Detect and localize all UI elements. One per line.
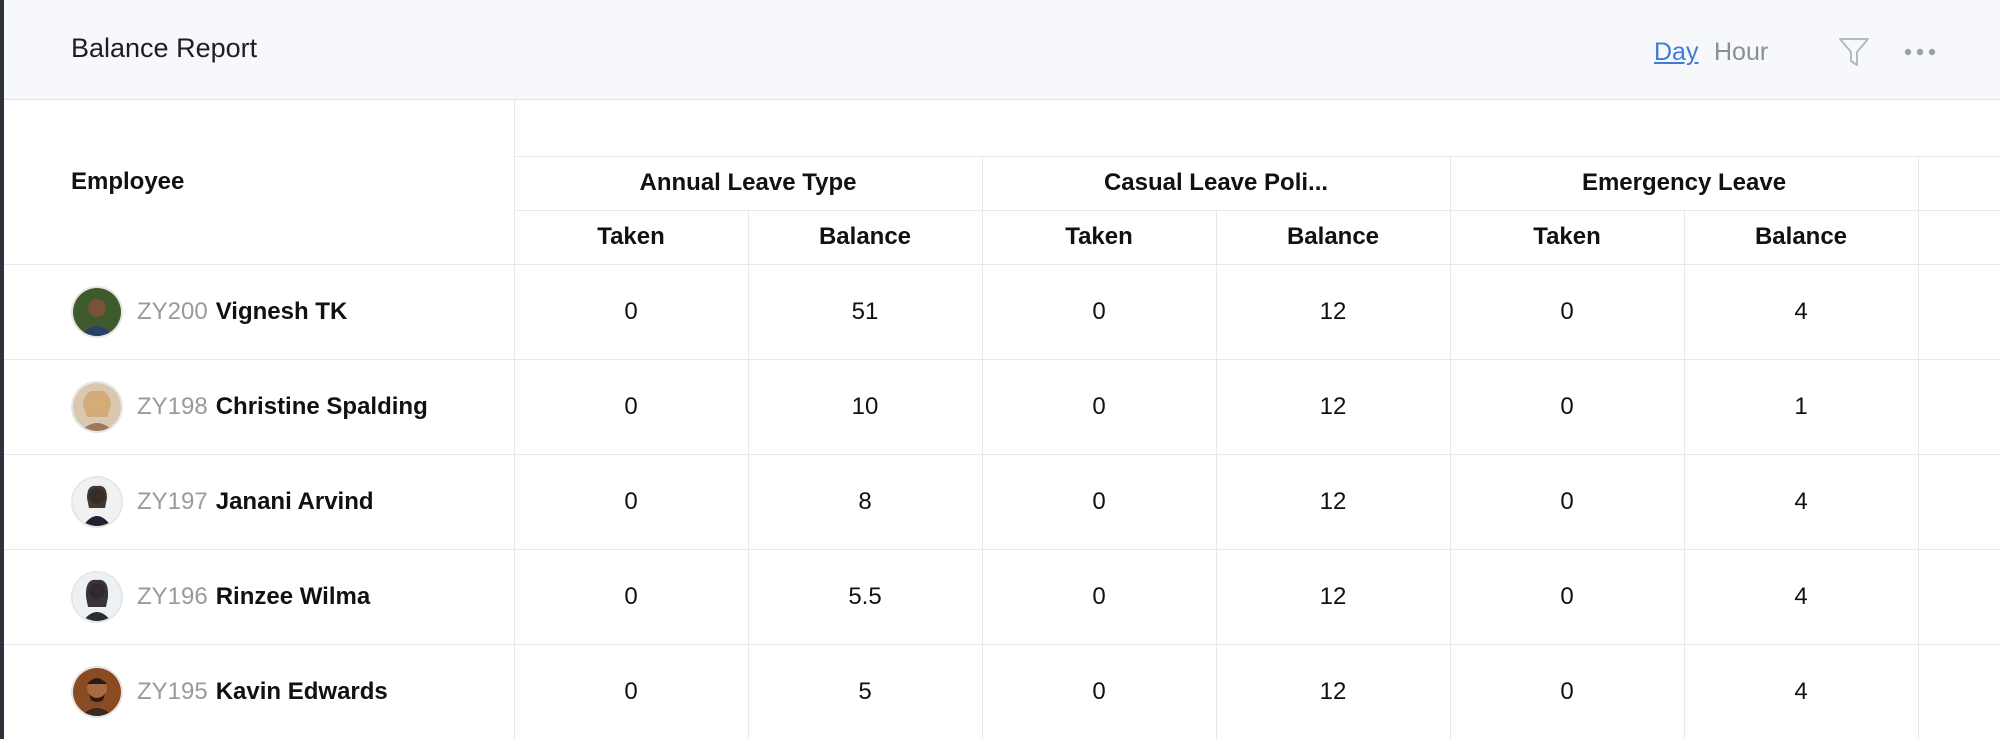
leave-type-header-emergency: Emergency Leave bbox=[1581, 169, 1787, 196]
balance-value: 12 bbox=[1319, 487, 1347, 515]
employee-id: ZY198 bbox=[137, 392, 208, 420]
balance-value: 4 bbox=[1794, 677, 1808, 705]
taken-value: 0 bbox=[624, 392, 638, 420]
table-row[interactable]: ZY197 Janani Arvind bbox=[71, 454, 374, 549]
taken-value: 0 bbox=[1092, 582, 1106, 610]
taken-value: 0 bbox=[1092, 392, 1106, 420]
taken-column-header: Taken bbox=[597, 223, 665, 250]
taken-value: 0 bbox=[1560, 677, 1574, 705]
employee-name[interactable]: Janani Arvind bbox=[216, 488, 374, 516]
employee-column-header[interactable]: Employee bbox=[71, 168, 184, 196]
day-toggle[interactable]: Day bbox=[1654, 38, 1698, 67]
leave-type-header-casual: Casual Leave Poli... bbox=[1103, 169, 1329, 196]
employee-name[interactable]: Rinzee Wilma bbox=[216, 583, 371, 611]
employee-id: ZY195 bbox=[137, 677, 208, 705]
balance-value: 1 bbox=[1794, 392, 1808, 420]
balance-column-header: Balance bbox=[1754, 223, 1848, 250]
taken-value: 0 bbox=[624, 487, 638, 515]
employee-id: ZY200 bbox=[137, 297, 208, 325]
taken-value: 0 bbox=[1092, 677, 1106, 705]
report-header: Balance Report Day Hour bbox=[4, 0, 2000, 100]
table-row[interactable]: ZY196 Rinzee Wilma bbox=[71, 549, 370, 644]
taken-value: 0 bbox=[624, 677, 638, 705]
taken-value: 0 bbox=[1560, 297, 1574, 325]
more-icon[interactable] bbox=[1904, 40, 1936, 64]
balance-value: 4 bbox=[1794, 297, 1808, 325]
taken-value: 0 bbox=[624, 297, 638, 325]
table-row[interactable]: ZY195 Kavin Edwards bbox=[71, 644, 388, 739]
taken-column-header: Taken bbox=[1533, 223, 1601, 250]
taken-value: 0 bbox=[1092, 297, 1106, 325]
balance-value: 5.5 bbox=[848, 582, 882, 610]
balance-value: 4 bbox=[1794, 487, 1808, 515]
filter-icon[interactable] bbox=[1836, 34, 1872, 70]
taken-value: 0 bbox=[1560, 392, 1574, 420]
balance-value: 51 bbox=[851, 297, 879, 325]
avatar[interactable] bbox=[71, 665, 123, 718]
balance-value: 12 bbox=[1319, 582, 1347, 610]
page-title: Balance Report bbox=[71, 33, 258, 63]
balance-value: 12 bbox=[1319, 677, 1347, 705]
taken-value: 0 bbox=[1560, 487, 1574, 515]
balance-value: 12 bbox=[1319, 392, 1347, 420]
employee-name[interactable]: Christine Spalding bbox=[216, 393, 428, 421]
employee-name[interactable]: Kavin Edwards bbox=[216, 678, 388, 706]
avatar[interactable] bbox=[71, 380, 123, 433]
balance-value: 10 bbox=[851, 392, 879, 420]
hour-toggle[interactable]: Hour bbox=[1714, 38, 1768, 67]
avatar[interactable] bbox=[71, 570, 123, 623]
balance-column-header: Balance bbox=[818, 223, 912, 250]
balance-value: 5 bbox=[858, 677, 872, 705]
balance-value: 4 bbox=[1794, 582, 1808, 610]
leave-type-header-annual: Annual Leave Type bbox=[639, 169, 857, 196]
column-divider bbox=[1918, 156, 1919, 739]
table-row[interactable]: ZY200 Vignesh TK bbox=[71, 264, 347, 359]
taken-column-header: Taken bbox=[1065, 223, 1133, 250]
taken-value: 0 bbox=[1560, 582, 1574, 610]
balance-value: 8 bbox=[858, 487, 872, 515]
employee-name[interactable]: Vignesh TK bbox=[216, 298, 348, 326]
taken-value: 0 bbox=[1092, 487, 1106, 515]
balance-table: Employee Annual Leave Type Casual Leave … bbox=[4, 100, 2000, 739]
employee-id: ZY196 bbox=[137, 582, 208, 610]
employee-id: ZY197 bbox=[137, 487, 208, 515]
taken-value: 0 bbox=[624, 582, 638, 610]
balance-report-app: Balance Report Day Hour Employee Annual … bbox=[4, 0, 2000, 739]
avatar[interactable] bbox=[71, 285, 123, 338]
balance-value: 12 bbox=[1319, 297, 1347, 325]
balance-column-header: Balance bbox=[1286, 223, 1380, 250]
table-row[interactable]: ZY198 Christine Spalding bbox=[71, 359, 428, 454]
avatar[interactable] bbox=[71, 475, 123, 528]
